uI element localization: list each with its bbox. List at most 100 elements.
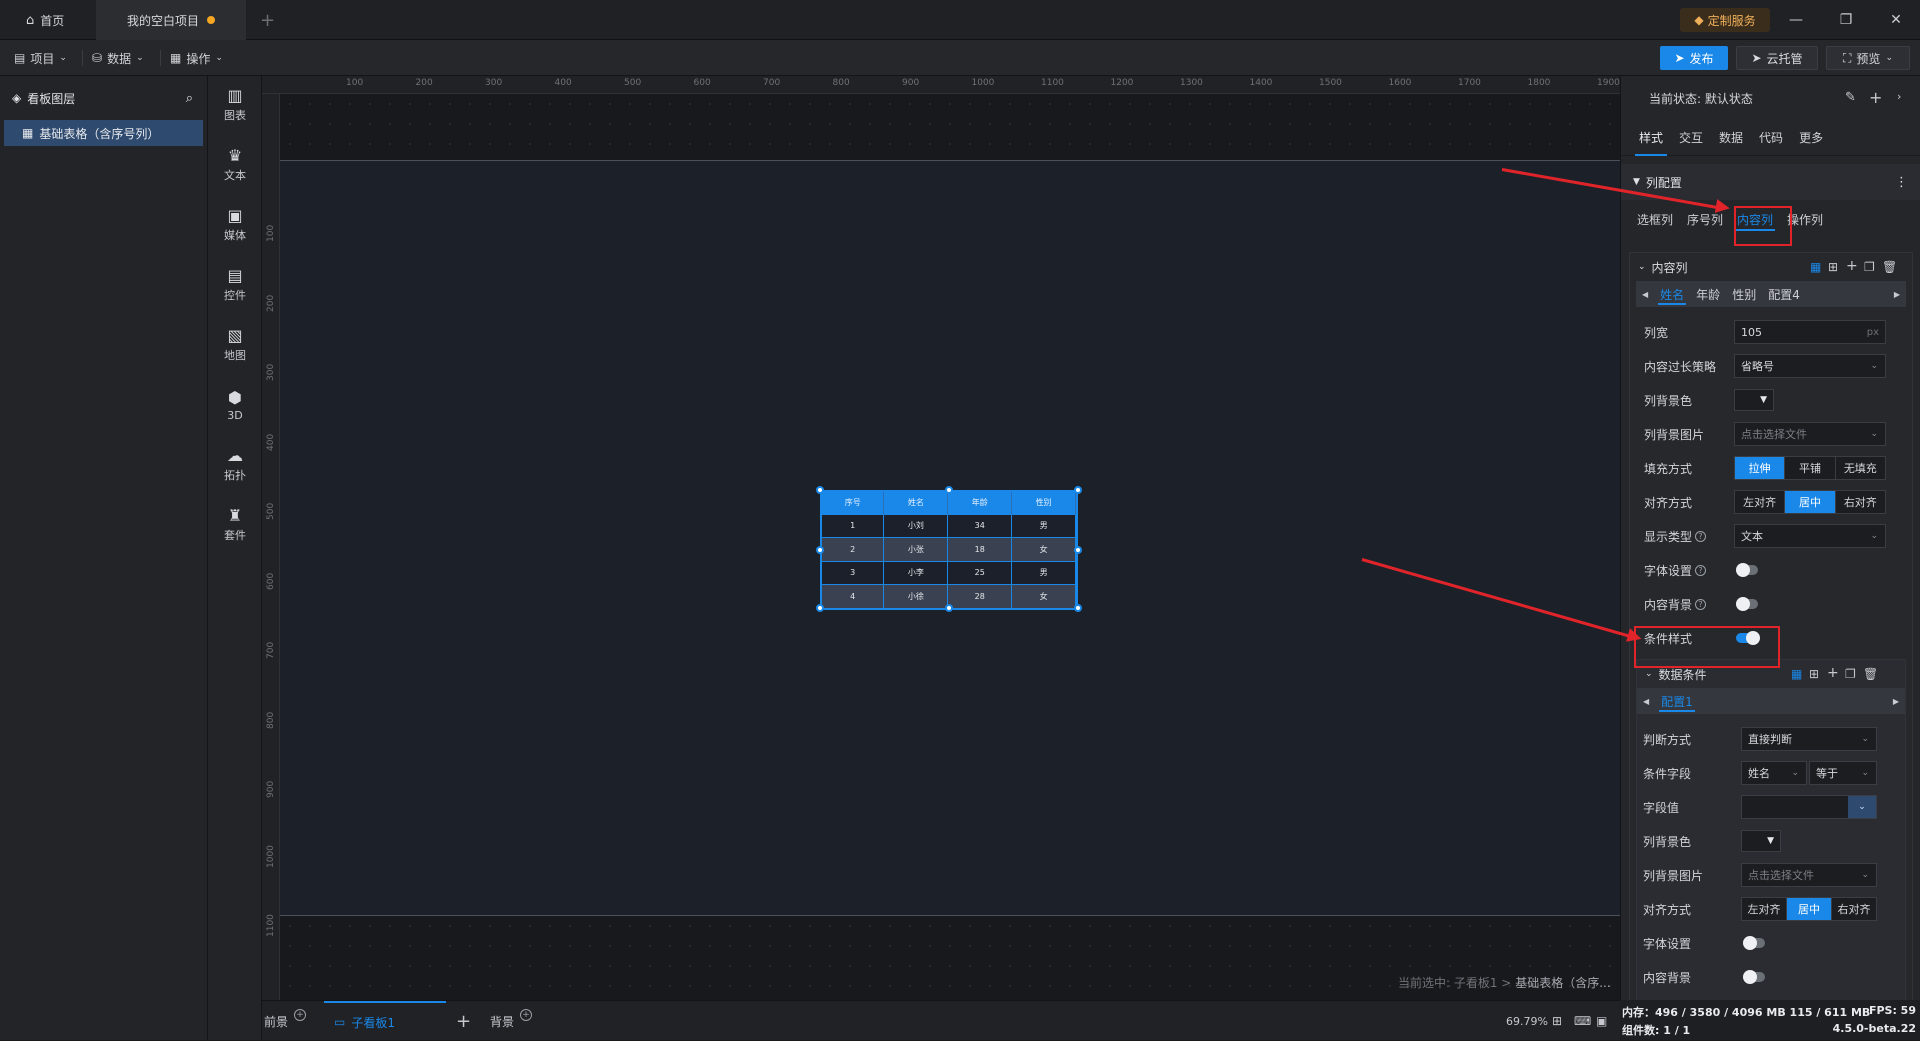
align-left-option[interactable]: 左对齐 [1735, 491, 1786, 513]
tab-data[interactable]: 数据 [1711, 120, 1751, 156]
resize-handle[interactable] [1074, 604, 1082, 612]
more-icon[interactable]: ⋮ [1895, 175, 1908, 190]
caret-left-icon[interactable]: ◀ [1637, 697, 1655, 706]
resize-handle[interactable] [1074, 486, 1082, 494]
copy-icon[interactable]: ❐ [1864, 260, 1875, 274]
close-icon[interactable]: ✕ [1876, 0, 1916, 40]
chevron-down-icon[interactable]: ⌄ [1848, 796, 1876, 818]
foreground-tab[interactable]: 前景 + [264, 1001, 307, 1041]
fill-none-option[interactable]: 无填充 [1835, 457, 1885, 479]
resize-handle[interactable] [1074, 546, 1082, 554]
table-icon[interactable]: ▦ [1791, 667, 1802, 681]
custom-service-button[interactable]: ◆ 定制服务 [1680, 8, 1770, 32]
edit-icon[interactable]: ✎ [1845, 90, 1856, 105]
cond-content-bg-toggle[interactable] [1743, 970, 1765, 984]
sub-board-tab[interactable]: ▭ 子看板1 [324, 1001, 446, 1041]
judge-mode-select[interactable]: 直接判断 ⌄ [1741, 727, 1877, 751]
tab-style[interactable]: 样式 [1631, 120, 1671, 156]
bg-image-select[interactable]: 点击选择文件 ⌄ [1734, 422, 1886, 446]
align-center-option[interactable]: 居中 [1785, 491, 1836, 513]
terminal-icon[interactable]: ▣ [1596, 1001, 1607, 1041]
fit-screen-icon[interactable]: ⊞ [1552, 1001, 1562, 1041]
help-icon[interactable]: ? [1695, 598, 1707, 610]
condition-config-tab[interactable]: 配置1 [1655, 688, 1699, 714]
align-left-option[interactable]: 左对齐 [1742, 898, 1787, 920]
add-board-button[interactable]: + [456, 1001, 471, 1041]
condition-field-select[interactable]: 姓名 ⌄ [1741, 761, 1807, 785]
caret-right-icon[interactable]: ▶ [1894, 290, 1900, 299]
operate-menu[interactable]: ▦ 操作 ⌄ [170, 46, 223, 70]
keyboard-icon[interactable]: ⌨ [1574, 1001, 1591, 1041]
component-topology[interactable]: ☁ 拓扑 [208, 440, 262, 490]
tab-project[interactable]: 我的空白项目 [96, 0, 246, 40]
cond-font-toggle[interactable] [1743, 936, 1765, 950]
field-tab[interactable]: 年龄 [1690, 281, 1726, 307]
copy-icon[interactable]: ❐ [1845, 667, 1856, 681]
component-kit[interactable]: ♜ 套件 [208, 500, 262, 550]
resize-handle[interactable] [945, 486, 953, 494]
current-selection-target[interactable]: 基础表格（含序... [1515, 976, 1610, 990]
trash-icon[interactable]: 🗑 [1882, 260, 1897, 274]
component-map[interactable]: ▧ 地图 [208, 320, 262, 370]
resize-handle[interactable] [816, 604, 824, 612]
field-tab[interactable]: 姓名 [1654, 281, 1690, 307]
condition-operator-select[interactable]: 等于 ⌄ [1809, 761, 1877, 785]
font-setting-toggle[interactable] [1736, 563, 1758, 577]
tab-checkbox-column[interactable]: 选框列 [1633, 207, 1677, 231]
fill-stretch-option[interactable]: 拉伸 [1735, 457, 1786, 479]
trash-icon[interactable]: 🗑 [1863, 667, 1878, 681]
align-right-option[interactable]: 右对齐 [1835, 491, 1885, 513]
background-tab[interactable]: 背景 + [490, 1001, 533, 1041]
column-width-input[interactable]: 105 px [1734, 320, 1886, 344]
add-circle-icon[interactable]: + [294, 1009, 307, 1021]
data-menu[interactable]: ⛁ 数据 ⌄ [92, 46, 144, 70]
layout-icon[interactable]: ⊞ [1809, 667, 1819, 681]
cloud-hosting-button[interactable]: ➤ 云托管 [1736, 46, 1818, 70]
help-icon[interactable]: ? [1695, 530, 1707, 542]
component-media[interactable]: ▣ 媒体 [208, 200, 262, 250]
component-text[interactable]: ♛ 文本 [208, 140, 262, 190]
tab-interaction[interactable]: 交互 [1671, 120, 1711, 156]
display-type-select[interactable]: 文本 ⌄ [1734, 524, 1886, 548]
cond-bg-image-select[interactable]: 点击选择文件 ⌄ [1741, 863, 1877, 887]
resize-handle[interactable] [816, 486, 824, 494]
new-tab-button[interactable]: + [246, 0, 289, 40]
help-icon[interactable]: ? [1695, 564, 1707, 576]
add-circle-icon[interactable]: + [520, 1009, 533, 1021]
column-config-header[interactable]: ▼ 列配置 ⋮ [1621, 164, 1920, 200]
align-center-option[interactable]: 居中 [1787, 898, 1832, 920]
restore-icon[interactable]: ❐ [1826, 0, 1866, 40]
cond-bg-color-picker[interactable]: ▼ [1741, 830, 1781, 852]
fill-tile-option[interactable]: 平铺 [1785, 457, 1836, 479]
resize-handle[interactable] [945, 604, 953, 612]
minimize-icon[interactable]: — [1776, 0, 1816, 40]
preview-button[interactable]: ⛶ 预览 ⌄ [1826, 46, 1910, 70]
basic-table-widget[interactable]: 序号 姓名 年龄 性别 1 小刘 34 男 2 小张 18 女 3 小李 25 … [816, 486, 1082, 612]
component-control[interactable]: ▤ 控件 [208, 260, 262, 310]
chevron-right-icon[interactable]: › [1897, 90, 1901, 103]
tab-more[interactable]: 更多 [1791, 120, 1831, 156]
tab-home[interactable]: ⌂ 首页 [12, 0, 78, 40]
add-icon[interactable]: + [1827, 665, 1839, 681]
tab-code[interactable]: 代码 [1751, 120, 1791, 156]
publish-button[interactable]: ➤ 发布 [1660, 46, 1728, 70]
zoom-level[interactable]: 69.79% [1506, 1001, 1548, 1041]
add-icon[interactable]: + [1869, 88, 1882, 107]
field-tab[interactable]: 配置4 [1762, 281, 1806, 307]
caret-left-icon[interactable]: ◀ [1636, 290, 1654, 299]
caret-right-icon[interactable]: ▶ [1893, 697, 1899, 706]
project-menu[interactable]: ▤ 项目 ⌄ [14, 46, 67, 70]
table-icon[interactable]: ▦ [1810, 260, 1821, 274]
field-tab[interactable]: 性别 [1726, 281, 1762, 307]
component-3d[interactable]: ⬢ 3D [208, 380, 262, 430]
align-right-option[interactable]: 右对齐 [1832, 898, 1876, 920]
add-icon[interactable]: + [1846, 258, 1858, 274]
content-bg-toggle[interactable] [1736, 597, 1758, 611]
bg-color-picker[interactable]: ▼ [1734, 389, 1774, 411]
resize-handle[interactable] [816, 546, 824, 554]
layer-item[interactable]: ▦ 基础表格（含序号列） [4, 120, 203, 146]
field-value-input[interactable]: ⌄ [1741, 795, 1877, 819]
overflow-select[interactable]: 省略号 ⌄ [1734, 354, 1886, 378]
component-chart[interactable]: ▥ 图表 [208, 80, 262, 130]
layout-icon[interactable]: ⊞ [1828, 260, 1838, 274]
